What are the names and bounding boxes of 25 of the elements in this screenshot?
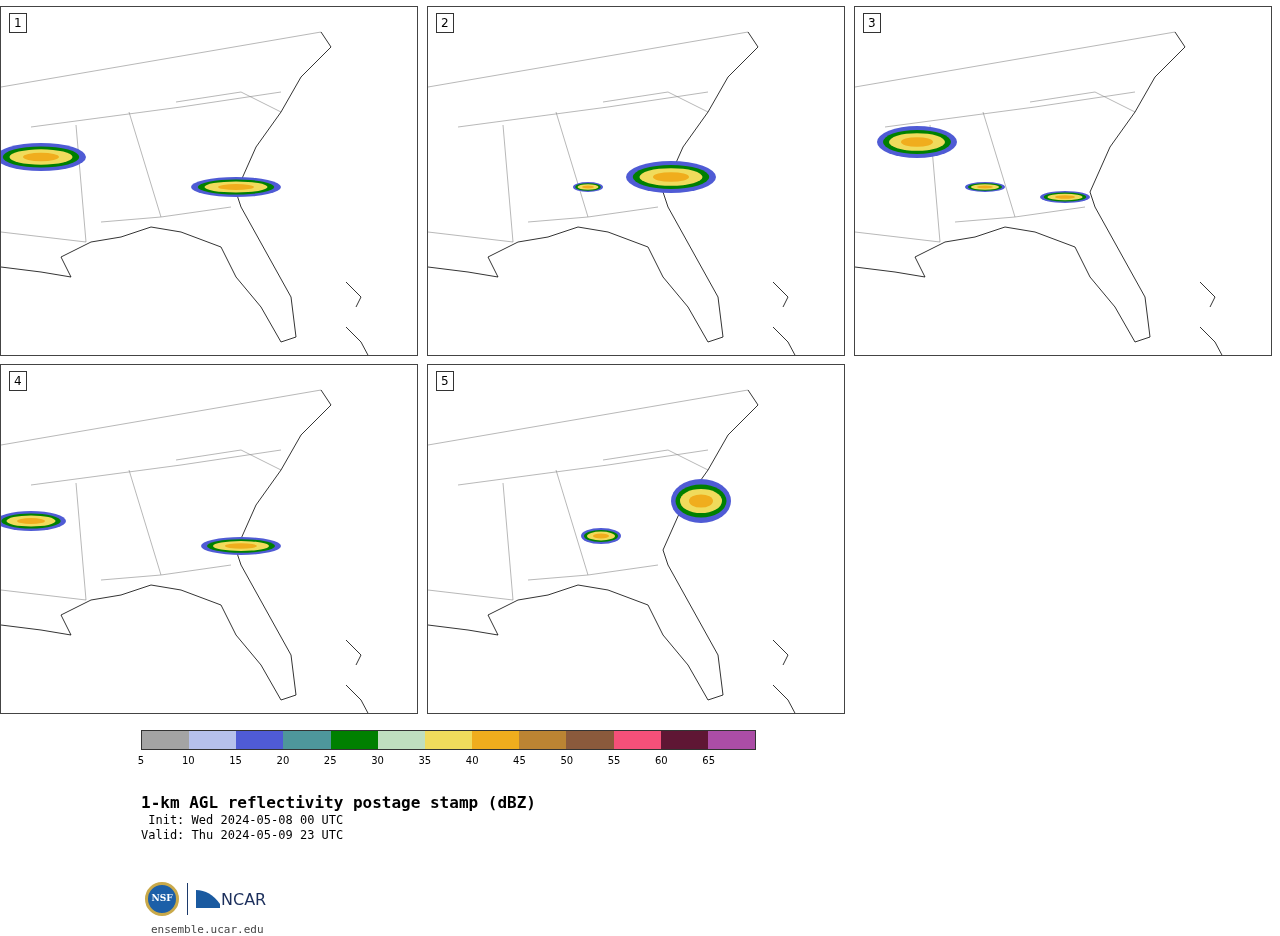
tick-label: 65 bbox=[702, 755, 716, 767]
tick-label: 15 bbox=[229, 755, 242, 767]
tick-label: 30 bbox=[371, 755, 384, 767]
tick-label: 10 bbox=[181, 755, 195, 767]
ncar-logo: NCAR bbox=[196, 890, 267, 908]
tick-label: 55 bbox=[607, 755, 621, 767]
panel-number: 1 bbox=[9, 13, 27, 33]
panel-number: 2 bbox=[436, 13, 454, 33]
ncar-wave-icon bbox=[196, 890, 220, 908]
tick-label: 35 bbox=[418, 755, 432, 767]
site-url: ensemble.ucar.edu bbox=[151, 922, 265, 936]
valid-time: Valid: Thu 2024-05-09 23 UTC bbox=[141, 828, 345, 843]
tick-label: 5 bbox=[137, 755, 145, 767]
panel-number: 5 bbox=[436, 371, 454, 391]
panel-number: 4 bbox=[9, 371, 27, 391]
tick-label: 40 bbox=[465, 755, 479, 767]
tick-label: 25 bbox=[323, 755, 337, 767]
tick-label: 60 bbox=[655, 755, 668, 767]
init-time: Init: Wed 2024-05-08 00 UTC bbox=[147, 813, 345, 828]
chart-title: 1-km AGL reflectivity postage stamp (dBZ) bbox=[141, 793, 537, 813]
tick-label: 20 bbox=[276, 755, 290, 767]
tick-label: 50 bbox=[560, 755, 574, 767]
tick-label: 45 bbox=[513, 755, 526, 767]
nsf-logo: NSF bbox=[145, 882, 179, 916]
panel-number: 3 bbox=[863, 13, 881, 33]
